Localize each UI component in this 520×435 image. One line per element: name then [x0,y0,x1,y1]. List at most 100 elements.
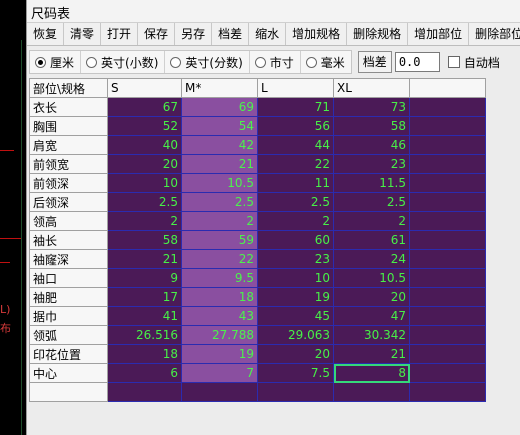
restore-button[interactable]: 恢复 [27,23,65,45]
table-cell[interactable]: 2.5 [333,192,410,212]
table-cell[interactable]: 30.342 [333,325,410,345]
row-header[interactable]: 胸围 [29,116,108,136]
table-cell-empty[interactable] [107,382,182,402]
table-cell-empty[interactable] [409,154,486,174]
table-cell[interactable]: 6 [107,363,182,383]
add-part-button[interactable]: 增加部位 [408,23,470,45]
table-cell[interactable]: 11.5 [333,173,410,193]
table-cell-empty[interactable] [409,363,486,383]
table-cell[interactable]: 21 [107,249,182,269]
table-cell[interactable]: 58 [107,230,182,250]
table-cell-empty[interactable] [409,306,486,326]
table-cell[interactable]: 71 [257,97,334,117]
table-cell[interactable]: 23 [257,249,334,269]
table-cell[interactable]: 22 [181,249,258,269]
table-cell[interactable]: 24 [333,249,410,269]
table-cell[interactable]: 69 [181,97,258,117]
row-header[interactable]: 领高 [29,211,108,231]
table-cell[interactable]: 54 [181,116,258,136]
size-header-m[interactable]: M* [181,78,258,98]
table-cell[interactable]: 43 [181,306,258,326]
table-cell[interactable]: 45 [257,306,334,326]
table-cell[interactable]: 21 [181,154,258,174]
table-cell-empty[interactable] [409,249,486,269]
table-cell[interactable]: 2 [107,211,182,231]
unit-radio-cm[interactable]: 厘米 [30,51,82,73]
table-cell[interactable]: 10 [257,268,334,288]
add-size-button[interactable]: 增加规格 [286,23,348,45]
table-cell-selected[interactable]: 8 [333,363,410,383]
table-cell-empty[interactable] [409,344,486,364]
table-cell[interactable]: 47 [333,306,410,326]
table-cell[interactable]: 23 [333,154,410,174]
table-cell[interactable]: 59 [181,230,258,250]
table-cell-empty[interactable] [409,268,486,288]
table-cell-empty[interactable] [257,382,334,402]
table-cell[interactable]: 67 [107,97,182,117]
table-cell[interactable]: 7 [181,363,258,383]
unit-radio-shicun[interactable]: 市寸 [250,51,301,73]
table-cell-empty[interactable] [181,382,258,402]
table-cell[interactable]: 19 [181,344,258,364]
row-header[interactable]: 前领深 [29,173,108,193]
table-cell-empty[interactable] [409,211,486,231]
table-cell[interactable]: 18 [107,344,182,364]
table-cell[interactable]: 10 [107,173,182,193]
save-as-button[interactable]: 另存 [175,23,213,45]
table-cell[interactable]: 27.788 [181,325,258,345]
row-header[interactable]: 袖窿深 [29,249,108,269]
table-cell[interactable]: 19 [257,287,334,307]
row-header[interactable]: 中心 [29,363,108,383]
delete-part-button[interactable]: 删除部位 [469,23,520,45]
table-cell-empty[interactable] [409,135,486,155]
table-cell-empty[interactable] [409,325,486,345]
table-cell[interactable]: 2 [333,211,410,231]
table-cell[interactable]: 21 [333,344,410,364]
shrink-button[interactable]: 缩水 [249,23,287,45]
table-cell[interactable]: 58 [333,116,410,136]
table-cell-empty[interactable] [409,192,486,212]
row-header[interactable]: 后领深 [29,192,108,212]
table-cell[interactable]: 2.5 [107,192,182,212]
delete-size-button[interactable]: 删除规格 [347,23,409,45]
table-cell[interactable]: 11 [257,173,334,193]
table-cell[interactable]: 46 [333,135,410,155]
table-cell[interactable]: 2 [257,211,334,231]
unit-radio-mm[interactable]: 毫米 [301,51,351,73]
table-cell[interactable]: 60 [257,230,334,250]
row-header[interactable]: 前领宽 [29,154,108,174]
clear-button[interactable]: 清零 [64,23,102,45]
table-cell[interactable]: 7.5 [257,363,334,383]
title-bar[interactable]: 尺码表 [27,0,520,23]
open-button[interactable]: 打开 [101,23,139,45]
table-cell[interactable]: 42 [181,135,258,155]
table-cell[interactable]: 22 [257,154,334,174]
size-header-xl[interactable]: XL [333,78,410,98]
grade-apply-button[interactable]: 档差 [357,51,392,73]
table-cell[interactable]: 10.5 [333,268,410,288]
table-cell-empty[interactable] [409,287,486,307]
table-cell-empty[interactable] [409,230,486,250]
size-header-s[interactable]: S [107,78,182,98]
table-cell[interactable]: 26.516 [107,325,182,345]
row-header[interactable]: 据巾 [29,306,108,326]
table-cell[interactable]: 17 [107,287,182,307]
table-cell-empty[interactable] [409,173,486,193]
row-header-empty[interactable] [29,382,108,402]
table-cell[interactable]: 52 [107,116,182,136]
row-header[interactable]: 袖长 [29,230,108,250]
table-cell-empty[interactable] [409,97,486,117]
table-cell[interactable]: 29.063 [257,325,334,345]
row-header[interactable]: 领弧 [29,325,108,345]
row-header[interactable]: 肩宽 [29,135,108,155]
table-cell[interactable]: 20 [333,287,410,307]
size-header-l[interactable]: L [257,78,334,98]
table-cell[interactable]: 40 [107,135,182,155]
table-cell[interactable]: 56 [257,116,334,136]
row-header[interactable]: 袖肥 [29,287,108,307]
table-cell-empty[interactable] [409,116,486,136]
row-header[interactable]: 袖口 [29,268,108,288]
row-header[interactable]: 印花位置 [29,344,108,364]
table-cell[interactable]: 2.5 [257,192,334,212]
grade-value-input[interactable]: 0.0 [394,52,440,72]
